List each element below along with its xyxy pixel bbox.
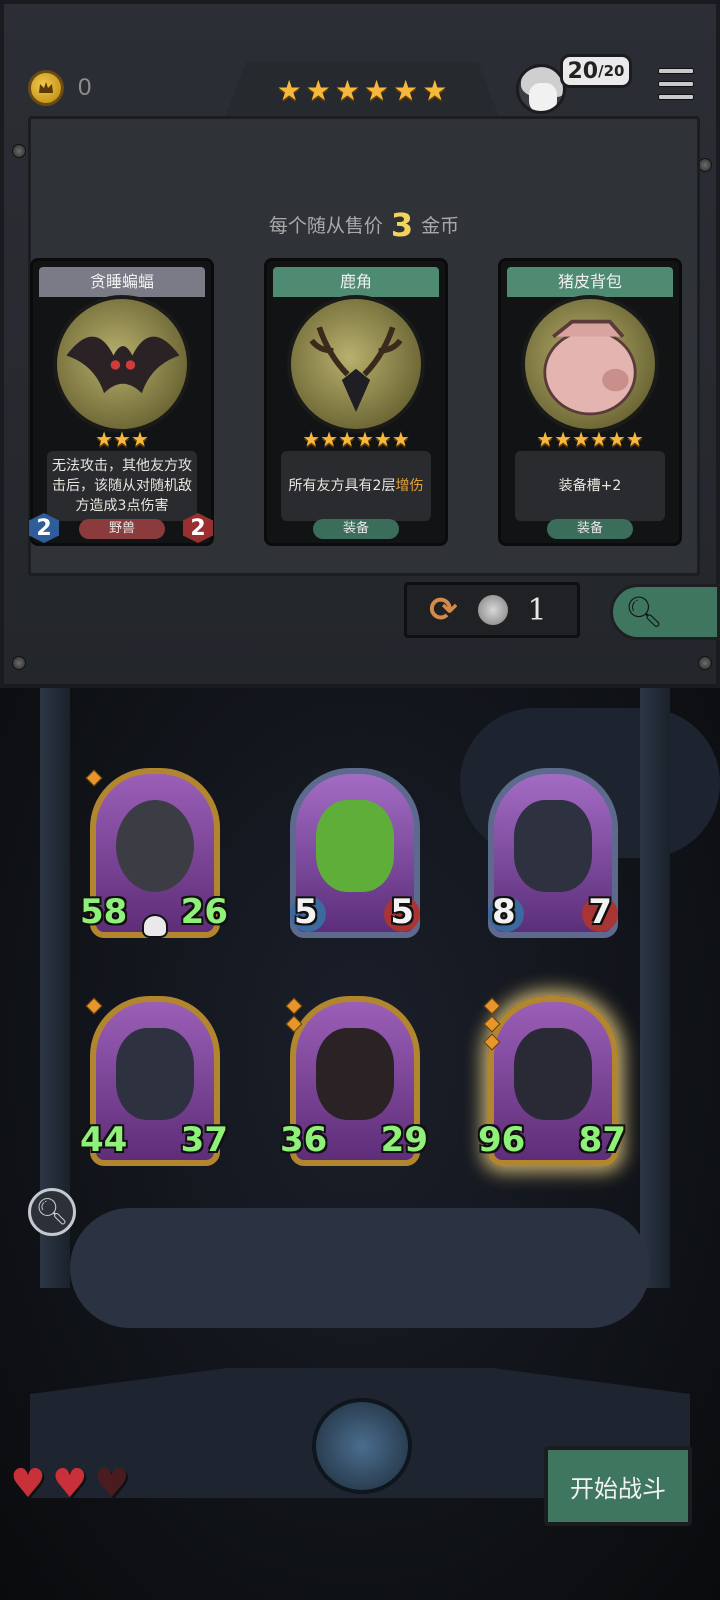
card-type-tag: 装备 <box>313 519 399 539</box>
shop-card[interactable]: 贪睡蝙蝠 ★★★ 无法攻击，其他友方攻击后，该随从对随机敌方造成3点伤害 野兽 … <box>29 258 214 546</box>
wolf-creature <box>514 1028 592 1120</box>
reroll-button[interactable]: ⟳ 1 <box>404 582 580 638</box>
board-minion-frog[interactable]: 5 5 <box>290 768 420 944</box>
card-stars: ★★★★★★ <box>536 427 644 451</box>
card-stars: ★★★★★★ <box>302 427 410 451</box>
eye-emblem <box>312 1398 412 1494</box>
minion-attack: 5 <box>294 892 318 932</box>
heart-icon: ♥ <box>10 1461 46 1507</box>
rank-gem-icon <box>285 997 303 1015</box>
board-minion-bat[interactable]: 36 29 <box>280 996 428 1172</box>
board-minion-scarecrow[interactable]: 8 7 <box>488 768 618 944</box>
skull-icon <box>142 914 168 938</box>
minion-attack: 58 <box>80 892 128 932</box>
health-current: 20 <box>567 58 599 84</box>
card-description: 装备槽+2 <box>515 451 665 521</box>
minion-health: 37 <box>180 1120 228 1160</box>
tier-star-icon: ★ <box>364 74 390 107</box>
heart-icon: ♥ <box>51 1461 88 1507</box>
minion-attack: 96 <box>478 1120 526 1160</box>
price-prefix: 每个随从售价 <box>268 215 383 237</box>
price-suffix: 金币 <box>421 215 460 237</box>
card-type-tag: 装备 <box>547 519 633 539</box>
bat-creature <box>316 1028 394 1120</box>
card-name: 猪皮背包 <box>507 267 673 297</box>
antler-portrait <box>287 295 425 433</box>
tier-star-icon: ★ <box>276 74 302 107</box>
card-name: 贪睡蝙蝠 <box>39 267 205 297</box>
minion-health: 29 <box>380 1120 428 1160</box>
minion-health: 5 <box>390 892 414 932</box>
bolt-decoration <box>12 656 26 670</box>
shop-card[interactable]: 鹿角 ★★★★★★ 所有友方具有2层增伤 装备 <box>264 258 448 546</box>
magnifier-icon: 🔍︎ <box>625 594 664 630</box>
reroll-cost: 1 <box>527 592 547 628</box>
card-stars: ★★★ <box>95 427 149 451</box>
tier-star-icon: ★ <box>393 74 419 107</box>
inspect-button[interactable]: 🔍︎ <box>28 1188 76 1236</box>
heart-empty-icon: ♥ <box>93 1461 130 1507</box>
card-tribe-tag: 野兽 <box>79 519 165 539</box>
minion-attack: 8 <box>492 892 516 932</box>
menu-button[interactable] <box>656 64 696 104</box>
rank-gem-icon <box>85 769 103 787</box>
minion-attack: 44 <box>80 1120 128 1160</box>
keyword-highlight: 增伤 <box>395 478 424 494</box>
minion-health: 87 <box>578 1120 626 1160</box>
board-minion-spider[interactable]: 58 26 <box>80 768 228 944</box>
rank-gem-icon <box>85 997 103 1015</box>
shop-panel: 0 ★ ★ ★ ★ ★ ★ 20/20 每个随从售价 3 金币 贪睡蝙蝠 ★★★ 无… <box>0 0 720 688</box>
menu-icon <box>658 68 694 74</box>
shop-card[interactable]: 猪皮背包 ★★★★★★ 装备槽+2 装备 <box>498 258 682 546</box>
start-battle-button[interactable]: 开始战斗 <box>544 1446 692 1526</box>
card-name: 鹿角 <box>273 267 439 297</box>
health-max: /20 <box>598 62 625 80</box>
card-description: 所有友方具有2层增伤 <box>281 451 431 521</box>
tier-star-icon: ★ <box>334 74 360 107</box>
coin-count: 0 <box>78 74 92 101</box>
crown-coin-icon <box>28 70 64 106</box>
player-avatar[interactable] <box>516 64 566 114</box>
board-area: 58 26 5 5 8 7 44 37 36 29 96 87 🔍︎ ♥ ♥ ♥… <box>0 688 720 1600</box>
tier-star-icon: ★ <box>422 74 448 107</box>
price-info: 每个随从售价 3 金币 <box>4 206 720 244</box>
scarecrow-creature <box>116 1028 194 1120</box>
lives-indicator: ♥ ♥ ♥ <box>10 1464 130 1504</box>
frog-creature <box>316 800 394 892</box>
board-minion-wolf[interactable]: 96 87 <box>478 996 626 1172</box>
scarecrow-creature <box>514 800 592 892</box>
coin-counter: 0 <box>28 70 91 106</box>
tavern-tier-stars: ★ ★ ★ ★ ★ ★ <box>224 62 500 120</box>
minion-health: 7 <box>588 892 612 932</box>
bolt-decoration <box>698 656 712 670</box>
board-minion-scarecrow[interactable]: 44 37 <box>80 996 228 1172</box>
spider-creature <box>116 800 194 892</box>
bolt-decoration <box>12 144 26 158</box>
tier-star-icon: ★ <box>305 74 331 107</box>
rank-gem-icon <box>483 997 501 1015</box>
player-health: 20/20 <box>560 54 632 88</box>
pig-backpack-portrait <box>521 295 659 433</box>
bolt-decoration <box>698 158 712 172</box>
minion-attack: 36 <box>280 1120 328 1160</box>
card-description: 无法攻击，其他友方攻击后，该随从对随机敌方造成3点伤害 <box>47 451 197 521</box>
magnifier-icon: 🔍︎ <box>35 1197 69 1227</box>
refresh-icon: ⟳ <box>429 590 458 630</box>
silver-coin-icon <box>475 593 510 627</box>
minion-health: 26 <box>180 892 228 932</box>
search-button[interactable]: 🔍︎ <box>610 584 720 640</box>
price-value: 3 <box>390 206 414 244</box>
bat-portrait <box>53 295 191 433</box>
